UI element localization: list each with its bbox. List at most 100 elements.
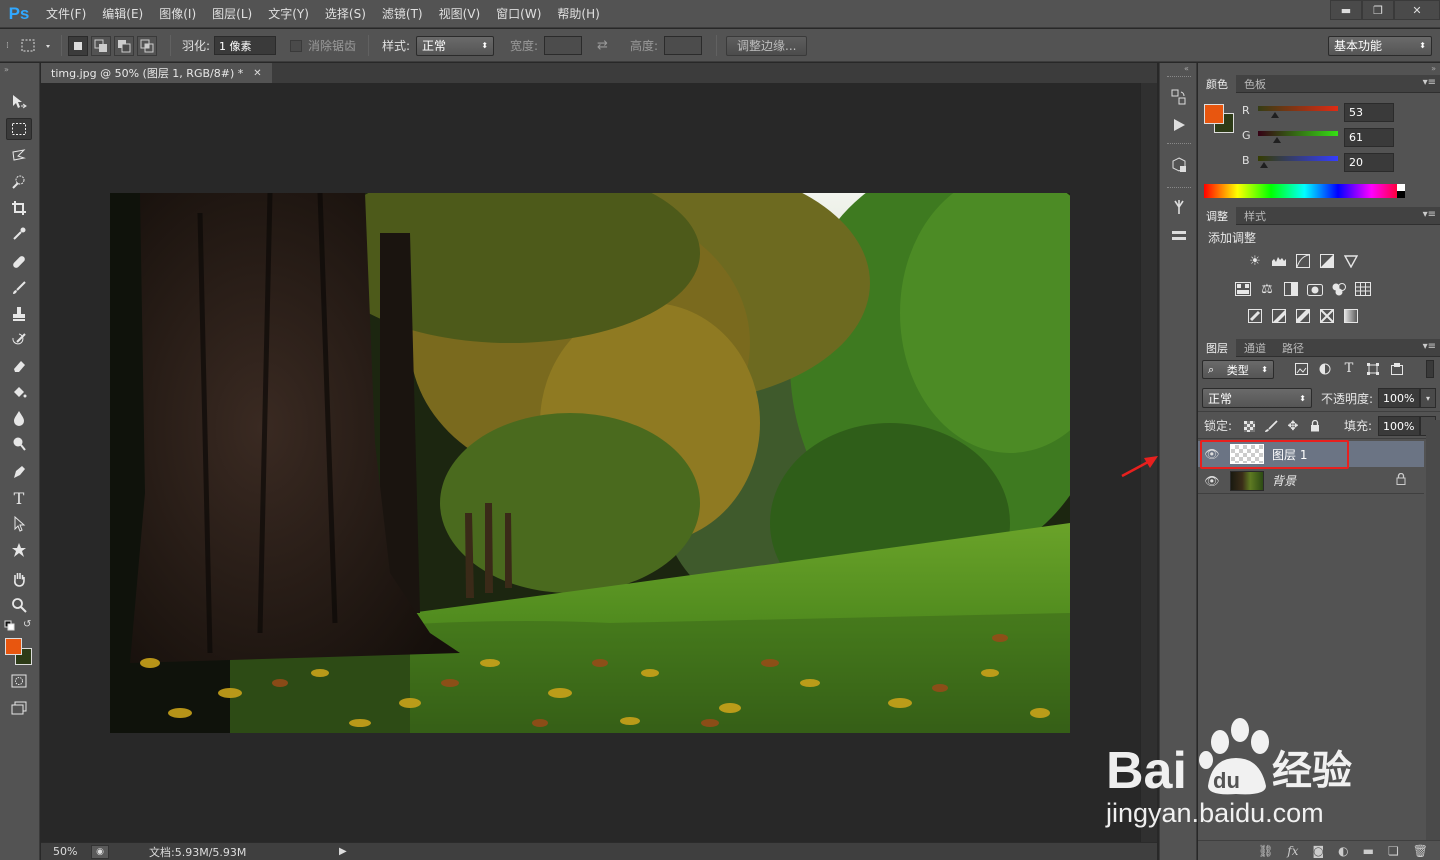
swap-colors-icon[interactable]: ↺ (23, 619, 31, 630)
quick-selection-tool-icon[interactable] (6, 171, 32, 193)
opacity-input[interactable]: 100% (1378, 388, 1420, 408)
menu-edit[interactable]: 编辑(E) (94, 5, 151, 22)
filter-toggle[interactable] (1426, 360, 1434, 378)
3d-panel-icon[interactable] (1169, 155, 1189, 175)
new-group-icon[interactable]: ▬ (1363, 844, 1374, 858)
eyedropper-tool-icon[interactable] (6, 223, 32, 245)
tab-swatches[interactable]: 色板 (1236, 75, 1274, 93)
move-tool-icon[interactable] (6, 91, 32, 113)
paint-bucket-tool-icon[interactable] (6, 381, 32, 403)
brightness-contrast-icon[interactable]: ☀ (1246, 253, 1264, 269)
panel-menu-icon[interactable]: ▾≡ (1423, 77, 1436, 88)
expand-icon[interactable]: « (1184, 64, 1189, 73)
foreground-color-swatch[interactable] (5, 638, 22, 655)
style-dropdown[interactable]: 正常 ⬍ (416, 35, 495, 56)
filter-smart-object-icon[interactable] (1388, 361, 1406, 377)
filter-adjustment-icon[interactable] (1316, 361, 1334, 377)
collapse-icon[interactable]: » (4, 65, 9, 74)
tab-color[interactable]: 颜色 (1198, 74, 1236, 93)
healing-brush-tool-icon[interactable] (6, 251, 32, 273)
hue-saturation-icon[interactable] (1234, 281, 1252, 297)
fx-icon[interactable]: fx (1287, 844, 1298, 858)
b-slider[interactable] (1258, 156, 1338, 161)
crop-tool-icon[interactable] (6, 197, 32, 219)
add-selection-button[interactable] (91, 35, 111, 56)
lasso-tool-icon[interactable] (6, 145, 32, 167)
zoom-level[interactable]: 50% (41, 845, 91, 858)
antialias-checkbox[interactable] (290, 39, 302, 52)
color-spectrum-bar[interactable] (1204, 184, 1405, 198)
history-panel-icon[interactable] (1169, 87, 1189, 107)
new-selection-button[interactable] (68, 35, 88, 56)
photo-filter-icon[interactable] (1306, 281, 1324, 297)
r-value-input[interactable]: 53 (1344, 103, 1394, 122)
b-value-input[interactable]: 20 (1344, 153, 1394, 172)
selective-color-icon[interactable] (1318, 308, 1336, 324)
custom-shape-tool-icon[interactable] (6, 539, 32, 561)
tab-channels[interactable]: 通道 (1236, 339, 1274, 357)
swap-icon[interactable]: ⇄ (597, 29, 608, 62)
layers-scrollbar[interactable] (1426, 420, 1440, 840)
path-selection-tool-icon[interactable] (6, 513, 32, 535)
intersect-selection-button[interactable] (137, 35, 157, 56)
blend-mode-dropdown[interactable]: 正常 ⬍ (1202, 388, 1312, 408)
link-layers-icon[interactable]: ⛓ (1258, 844, 1273, 858)
tool-presets-icon[interactable] (1169, 225, 1189, 245)
actions-panel-icon[interactable] (1169, 115, 1189, 135)
eraser-tool-icon[interactable] (6, 355, 32, 377)
workspace-dropdown[interactable]: 基本功能 ⬍ (1328, 35, 1432, 56)
menu-help[interactable]: 帮助(H) (549, 5, 607, 22)
exposure-icon[interactable] (1318, 253, 1336, 269)
refine-edge-button[interactable]: 调整边缘... (726, 35, 808, 56)
history-brush-tool-icon[interactable] (6, 329, 32, 351)
canvas-image[interactable] (110, 193, 1070, 733)
posterize-icon[interactable] (1270, 308, 1288, 324)
dodge-tool-icon[interactable] (6, 433, 32, 455)
filter-kind-dropdown[interactable]: ⌕ 类型 ⬍ (1202, 360, 1274, 379)
brush-tool-icon[interactable] (6, 277, 32, 299)
layer-row-background[interactable]: 👁 背景 (1198, 468, 1424, 494)
tab-styles[interactable]: 样式 (1236, 207, 1274, 225)
invert-icon[interactable] (1246, 308, 1264, 324)
menu-type[interactable]: 文字(Y) (260, 5, 317, 22)
curves-icon[interactable] (1294, 253, 1312, 269)
black-white-icon[interactable] (1282, 281, 1300, 297)
feather-input[interactable]: 1 像素 (214, 36, 277, 55)
pen-tool-icon[interactable] (6, 461, 32, 483)
lock-all-icon[interactable] (1306, 418, 1324, 434)
menu-file[interactable]: 文件(F) (38, 5, 94, 22)
r-slider[interactable] (1258, 106, 1338, 111)
vibrance-icon[interactable] (1342, 253, 1360, 269)
lock-pixels-icon[interactable] (1262, 418, 1280, 434)
add-mask-icon[interactable]: ◙ (1313, 844, 1325, 858)
filter-pixel-icon[interactable] (1292, 361, 1310, 377)
g-slider-thumb[interactable] (1273, 137, 1281, 143)
brush-presets-icon[interactable] (1169, 197, 1189, 217)
width-input[interactable] (544, 36, 583, 55)
marquee-preset-picker[interactable] (20, 29, 54, 62)
default-colors-icon[interactable] (4, 620, 16, 635)
type-tool-icon[interactable]: T (6, 487, 32, 509)
panel-menu-icon[interactable]: ▾≡ (1423, 341, 1436, 352)
b-slider-thumb[interactable] (1260, 162, 1268, 168)
menu-filter[interactable]: 滤镜(T) (374, 5, 431, 22)
fill-input[interactable]: 100% (1378, 416, 1420, 436)
channel-mixer-icon[interactable] (1330, 281, 1348, 297)
tab-layers[interactable]: 图层 (1198, 338, 1236, 357)
menu-layer[interactable]: 图层(L) (204, 5, 260, 22)
lock-transparent-icon[interactable] (1240, 418, 1258, 434)
opacity-field[interactable]: 100% ▾ (1378, 388, 1436, 408)
r-slider-thumb[interactable] (1271, 112, 1279, 118)
status-menu-arrow-icon[interactable]: ▶ (339, 846, 347, 857)
new-layer-icon[interactable]: ❏ (1388, 844, 1399, 858)
g-slider[interactable] (1258, 131, 1338, 136)
collapse-panels-icon[interactable]: » (1431, 64, 1436, 73)
opacity-dropdown-icon[interactable]: ▾ (1420, 388, 1436, 408)
rect-marquee-tool-icon[interactable] (6, 118, 32, 140)
zoom-tool-icon[interactable] (6, 594, 32, 616)
tab-paths[interactable]: 路径 (1274, 339, 1312, 357)
tab-adjustments[interactable]: 调整 (1198, 206, 1236, 225)
status-info-icon[interactable]: ◉ (91, 844, 109, 859)
menu-window[interactable]: 窗口(W) (488, 5, 549, 22)
filter-shape-icon[interactable] (1364, 361, 1382, 377)
